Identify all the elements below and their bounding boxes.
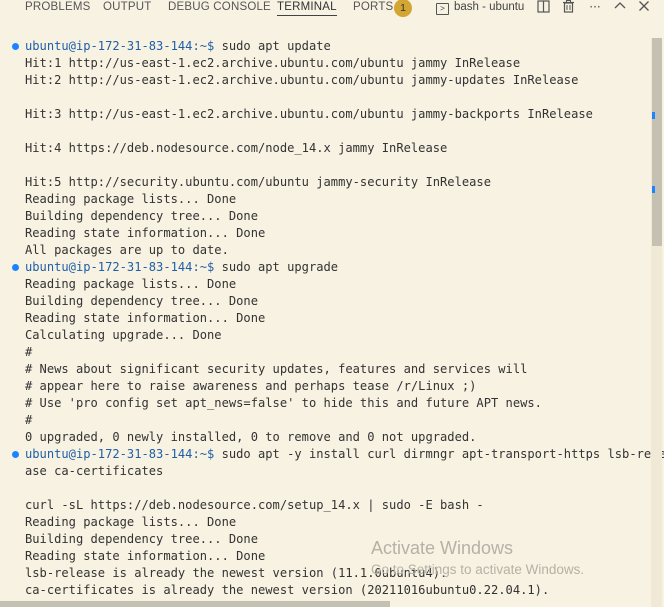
output-text: Hit:4 https://deb.nodesource.com/node_14… bbox=[25, 141, 448, 155]
command-text: sudo apt -y install curl dirmngr apt-tra… bbox=[221, 447, 664, 461]
output-text: ase ca-certificates bbox=[25, 464, 164, 478]
watermark-subtitle: Go to Settings to activate Windows. bbox=[371, 562, 585, 577]
activate-windows-watermark: Activate Windows Go to Settings to activ… bbox=[371, 538, 584, 579]
shell-prompt: ubuntu@ip-172-31-83-144:~$ bbox=[25, 39, 222, 53]
output-text: # appear here to raise awareness and per… bbox=[25, 379, 477, 393]
terminal-line: Reading state information... Done bbox=[0, 310, 650, 327]
command-status-dot-icon[interactable] bbox=[12, 43, 19, 50]
output-text: # bbox=[25, 345, 33, 359]
command-status-dot-icon[interactable] bbox=[12, 451, 19, 458]
terminal-line: Hit:4 https://deb.nodesource.com/node_14… bbox=[0, 140, 650, 157]
tab-ports[interactable]: PORTS bbox=[353, 0, 393, 15]
close-icon[interactable] bbox=[637, 0, 651, 14]
terminal-line: Reading state information... Done bbox=[0, 225, 650, 242]
terminal-line: Calculating upgrade... Done bbox=[0, 327, 650, 344]
output-text: # bbox=[25, 413, 33, 427]
output-text: curl -sL https://deb.nodesource.com/setu… bbox=[25, 498, 484, 512]
output-text: # Use 'pro config set apt_news=false' to… bbox=[25, 396, 542, 410]
tab-debug-console[interactable]: DEBUG CONSOLE bbox=[168, 0, 271, 15]
terminal-line: # Use 'pro config set apt_news=false' to… bbox=[0, 395, 650, 412]
terminal-line: ase ca-certificates bbox=[0, 463, 650, 480]
terminal-line: Building dependency tree... Done bbox=[0, 208, 650, 225]
panel-tab-bar: PROBLEMS OUTPUT DEBUG CONSOLE TERMINAL P… bbox=[0, 0, 664, 17]
output-text: Reading package lists... Done bbox=[25, 277, 237, 291]
trash-icon[interactable] bbox=[561, 0, 575, 14]
command-status-dot-icon[interactable] bbox=[12, 264, 19, 271]
shell-prompt: ubuntu@ip-172-31-83-144:~$ bbox=[25, 260, 222, 274]
terminal-line: # bbox=[0, 344, 650, 361]
command-text: sudo apt update bbox=[221, 39, 331, 53]
output-text: Building dependency tree... Done bbox=[25, 532, 258, 546]
terminal-line: Hit:3 http://us-east-1.ec2.archive.ubunt… bbox=[0, 106, 650, 123]
vertical-scrollbar-thumb[interactable] bbox=[652, 38, 662, 246]
terminal-line: Hit:1 http://us-east-1.ec2.archive.ubunt… bbox=[0, 55, 650, 72]
terminal-line: 0 upgraded, 0 newly installed, 0 to remo… bbox=[0, 429, 650, 446]
output-text: Reading package lists... Done bbox=[25, 515, 237, 529]
terminal-icon: > bbox=[436, 3, 449, 15]
output-text: All packages are up to date. bbox=[25, 243, 229, 257]
more-actions-icon[interactable]: ··· bbox=[587, 0, 603, 14]
output-text: Reading package lists... Done bbox=[25, 192, 237, 206]
output-text: Reading state information... Done bbox=[25, 226, 266, 240]
terminal-line: Building dependency tree... Done bbox=[0, 293, 650, 310]
tab-problems[interactable]: PROBLEMS bbox=[25, 0, 91, 15]
terminal-line: ubuntu@ip-172-31-83-144:~$ sudo apt upda… bbox=[0, 38, 650, 55]
chevron-up-icon[interactable] bbox=[613, 0, 627, 14]
terminal-line: ubuntu@ip-172-31-83-144:~$ sudo apt upgr… bbox=[0, 259, 650, 276]
output-text: ca-certificates is already the newest ve… bbox=[25, 583, 550, 597]
terminal-line: Hit:5 http://security.ubuntu.com/ubuntu … bbox=[0, 174, 650, 191]
watermark-title: Activate Windows bbox=[371, 538, 514, 558]
terminal-name: bash - ubuntu bbox=[454, 1, 525, 13]
tab-output[interactable]: OUTPUT bbox=[103, 0, 151, 15]
output-text: Hit:1 http://us-east-1.ec2.archive.ubunt… bbox=[25, 56, 521, 70]
terminal-output[interactable]: ubuntu@ip-172-31-83-144:~$ sudo apt upda… bbox=[0, 38, 664, 599]
terminal-line: All packages are up to date. bbox=[0, 242, 650, 259]
terminal-line: Reading package lists... Done bbox=[0, 276, 650, 293]
terminal-line: # News about significant security update… bbox=[0, 361, 650, 378]
output-text: 0 upgraded, 0 newly installed, 0 to remo… bbox=[25, 430, 477, 444]
tab-terminal[interactable]: TERMINAL bbox=[277, 0, 337, 16]
output-text: Hit:2 http://us-east-1.ec2.archive.ubunt… bbox=[25, 73, 579, 87]
shell-prompt: ubuntu@ip-172-31-83-144:~$ bbox=[25, 447, 222, 461]
horizontal-scrollbar-thumb[interactable] bbox=[0, 601, 390, 607]
terminal-line: ca-certificates is already the newest ve… bbox=[0, 582, 650, 599]
output-text: # News about significant security update… bbox=[25, 362, 528, 376]
terminal-line: # bbox=[0, 412, 650, 429]
terminal-line: curl -sL https://deb.nodesource.com/setu… bbox=[0, 497, 650, 514]
split-terminal-icon[interactable] bbox=[536, 0, 550, 14]
scroll-marker bbox=[652, 186, 655, 193]
terminal-line: Hit:2 http://us-east-1.ec2.archive.ubunt… bbox=[0, 72, 650, 89]
terminal-line: ubuntu@ip-172-31-83-144:~$ sudo apt -y i… bbox=[0, 446, 664, 463]
output-text: Reading state information... Done bbox=[25, 549, 266, 563]
ports-count-badge: 1 bbox=[394, 0, 412, 17]
output-text: Hit:5 http://security.ubuntu.com/ubuntu … bbox=[25, 175, 491, 189]
terminal-line: # appear here to raise awareness and per… bbox=[0, 378, 650, 395]
output-text: Calculating upgrade... Done bbox=[25, 328, 222, 342]
output-text: Reading state information... Done bbox=[25, 311, 266, 325]
output-text: Building dependency tree... Done bbox=[25, 209, 258, 223]
output-text: Building dependency tree... Done bbox=[25, 294, 258, 308]
scroll-marker bbox=[652, 112, 655, 119]
output-text: Hit:3 http://us-east-1.ec2.archive.ubunt… bbox=[25, 107, 593, 121]
command-text: sudo apt upgrade bbox=[221, 260, 339, 274]
terminal-selector[interactable]: > bash - ubuntu bbox=[436, 0, 524, 15]
terminal-line: Reading package lists... Done bbox=[0, 514, 650, 531]
terminal-line: Reading package lists... Done bbox=[0, 191, 650, 208]
